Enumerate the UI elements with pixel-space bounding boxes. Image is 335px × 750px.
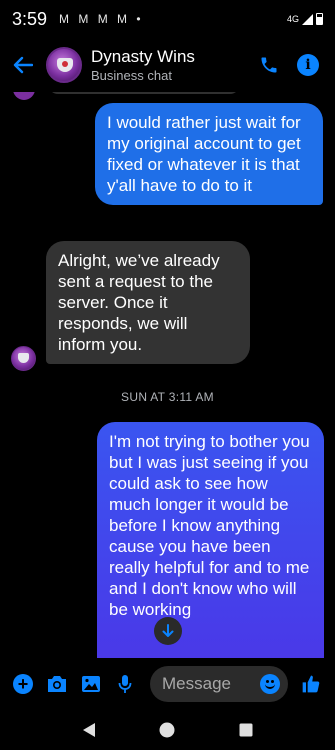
chat-subtitle: Business chat <box>91 67 172 83</box>
message-timestamp: SUN AT 3:11 AM <box>121 390 214 404</box>
outgoing-message[interactable]: I would rather just wait for my original… <box>95 103 323 205</box>
back-button[interactable] <box>0 42 46 88</box>
arrow-down-icon <box>162 624 174 637</box>
like-button[interactable] <box>300 673 322 695</box>
previous-avatar <box>13 92 35 100</box>
image-icon <box>82 676 100 692</box>
emoji-icon[interactable] <box>260 674 280 694</box>
outgoing-message[interactable]: I'm not trying to bother you but I was j… <box>97 422 324 658</box>
battery-icon <box>316 13 323 25</box>
back-nav-icon[interactable] <box>82 722 96 738</box>
microphone-icon <box>118 675 132 693</box>
scroll-to-bottom-button[interactable] <box>154 617 182 645</box>
recents-nav-icon[interactable] <box>239 723 253 737</box>
sender-avatar[interactable] <box>11 346 36 371</box>
message-composer: + <box>0 658 335 710</box>
chat-title: Dynasty Wins <box>91 46 195 66</box>
previous-message-bubble <box>48 92 240 94</box>
notification-icons: M M M M • <box>59 12 144 26</box>
signal-icon <box>302 13 313 25</box>
camera-icon <box>48 676 66 692</box>
system-navigation-bar <box>0 710 335 750</box>
plus-icon: + <box>13 674 33 694</box>
header-actions: i <box>259 54 335 76</box>
thumbs-up-icon <box>302 675 320 693</box>
network-type: 4G <box>286 14 299 24</box>
message-input-container[interactable] <box>150 666 288 702</box>
add-button[interactable]: + <box>12 673 34 695</box>
home-nav-icon[interactable] <box>159 722 175 738</box>
voice-button[interactable] <box>114 673 136 695</box>
status-time: 3:59 <box>12 8 48 29</box>
info-icon[interactable]: i <box>297 54 319 76</box>
contact-avatar[interactable] <box>46 47 82 83</box>
status-indicators: 4G <box>287 13 323 25</box>
camera-button[interactable] <box>46 673 68 695</box>
status-bar: 3:59 M M M M • 4G <box>0 0 335 38</box>
message-list[interactable]: I would rather just wait for my original… <box>0 92 335 658</box>
incoming-message[interactable]: Alright, we’ve already sent a request to… <box>46 241 250 364</box>
phone-call-icon[interactable] <box>259 55 279 75</box>
chat-header: Dynasty Wins Business chat i <box>0 38 335 92</box>
chat-title-block[interactable]: Dynasty Wins Business chat <box>91 47 195 84</box>
back-arrow-icon <box>13 56 33 74</box>
message-input[interactable] <box>162 674 254 694</box>
gallery-button[interactable] <box>80 673 102 695</box>
